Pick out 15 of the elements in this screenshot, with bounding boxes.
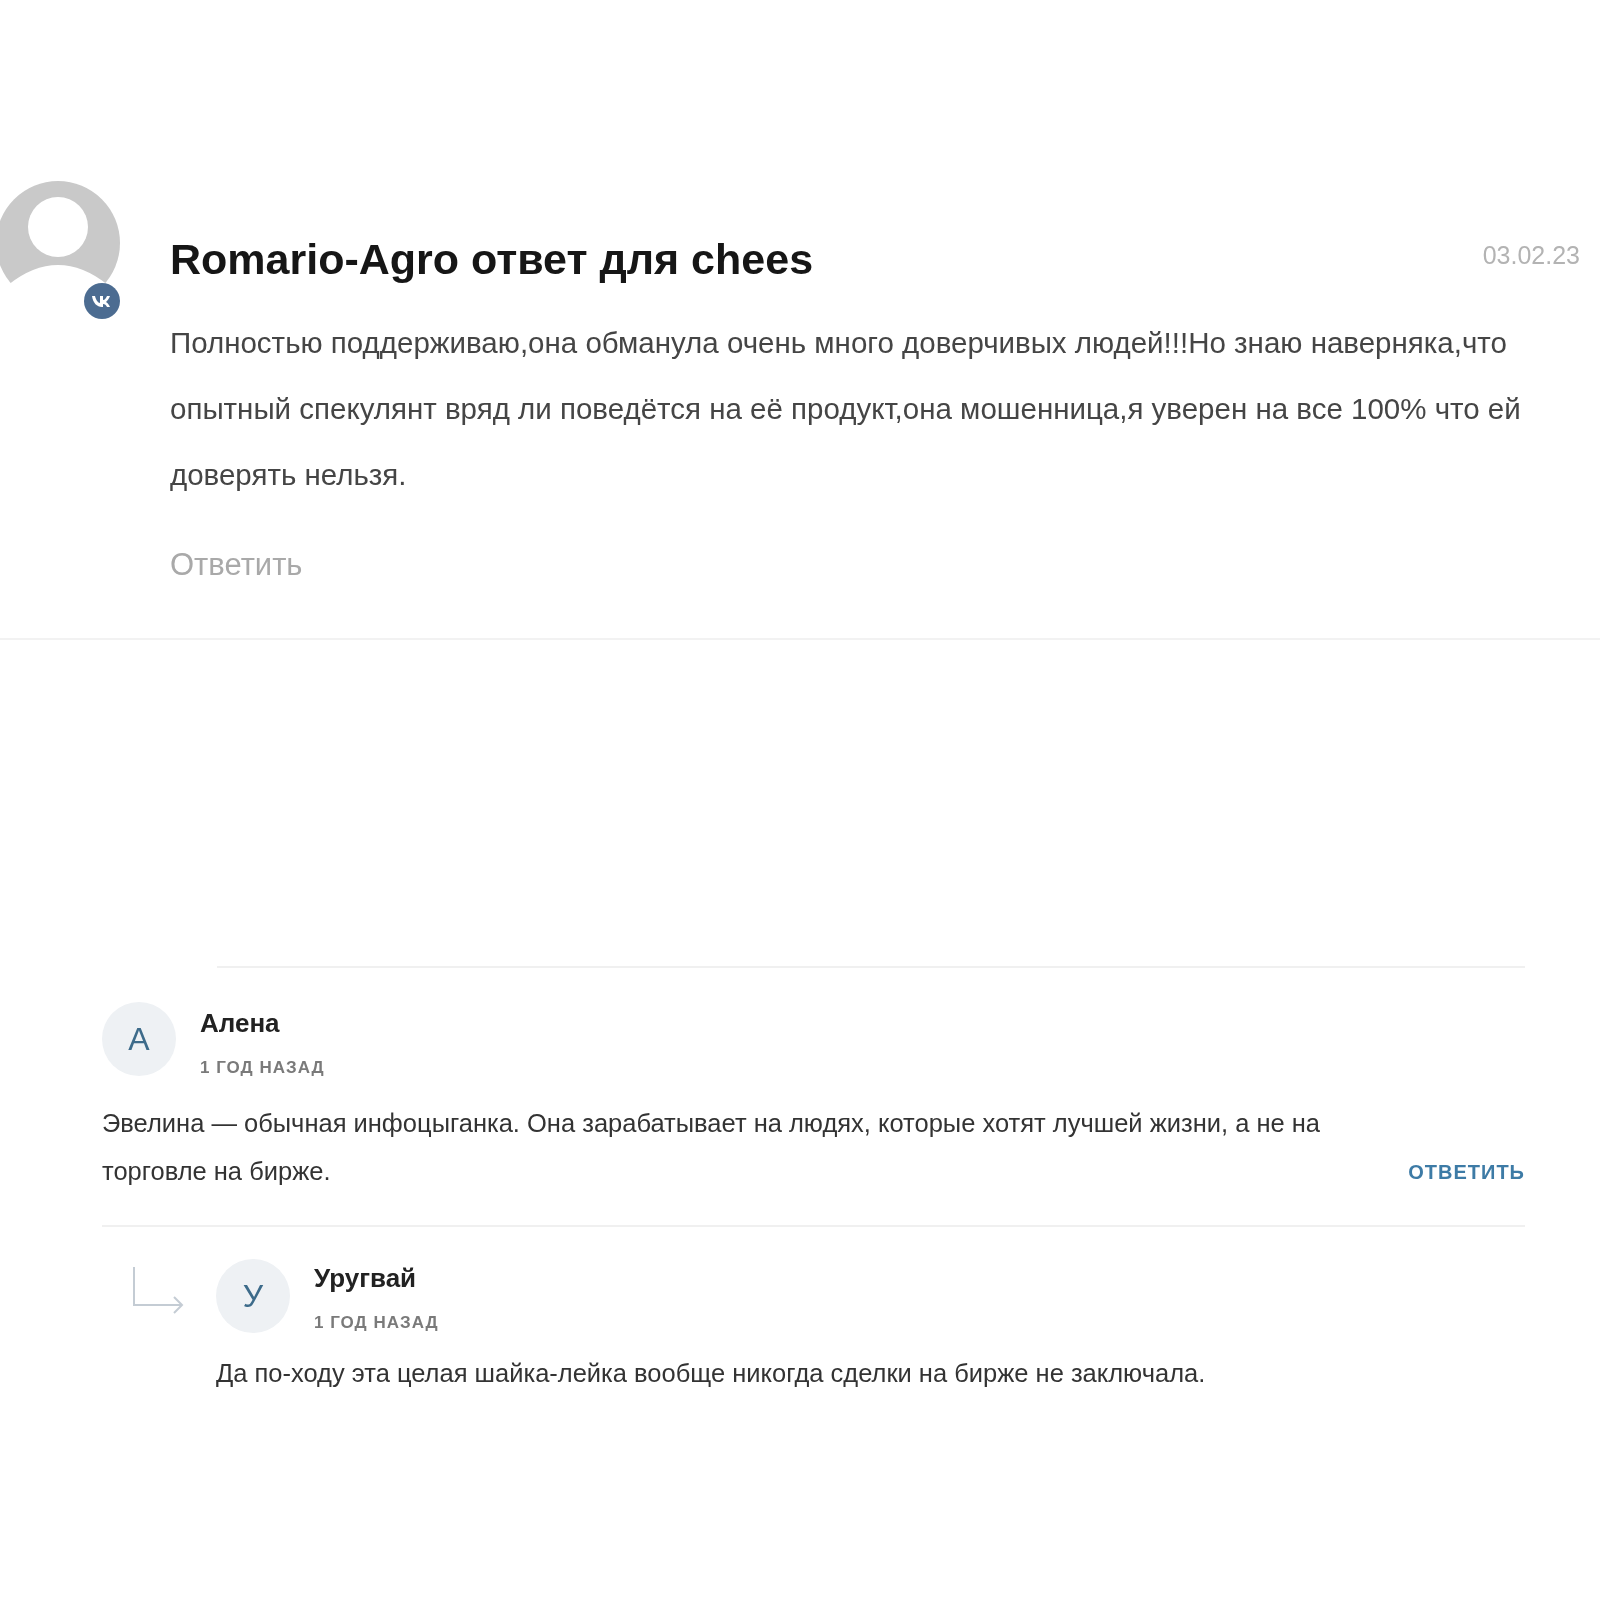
author-name: Уругвай: [314, 1261, 418, 1295]
avatar-letter: У: [216, 1258, 290, 1333]
comment-time: 1 ГОД НАЗАД: [200, 1057, 325, 1079]
reply-link[interactable]: ОТВЕТИТЬ: [1408, 1156, 1525, 1187]
avatar-letter: А: [102, 1002, 176, 1076]
vk-badge-icon: [84, 283, 120, 319]
comment-author: Romario-Agro ответ для chees: [170, 234, 814, 285]
reply-link[interactable]: Ответить: [170, 541, 1580, 588]
comment-date: 03.02.23: [1482, 240, 1580, 271]
reply-arrow-icon: [132, 1264, 186, 1315]
comment-text: Да по-ходу эта целая шайка-лейка вообще никогда сделки на бирже не заключала.: [216, 1358, 1207, 1389]
comment-text: Эвелина — обычная инфоцыганка. Она зарабатывает на людях, которые хотят лучшей жизни, а не на торговле на бирже.: [102, 1107, 1322, 1187]
comment-text: Полностью поддерживаю,она обманула очень много доверчивых людей!!!Но знаю наверняка,что опытный спекулянт вряд ли поведётся на её продукт,она мошенница,я уверен на все 100% что ей доверять нельзя.: [170, 324, 1522, 493]
author-name: Алена: [200, 1007, 281, 1040]
comment-time: 1 ГОД НАЗАД: [314, 1311, 439, 1334]
